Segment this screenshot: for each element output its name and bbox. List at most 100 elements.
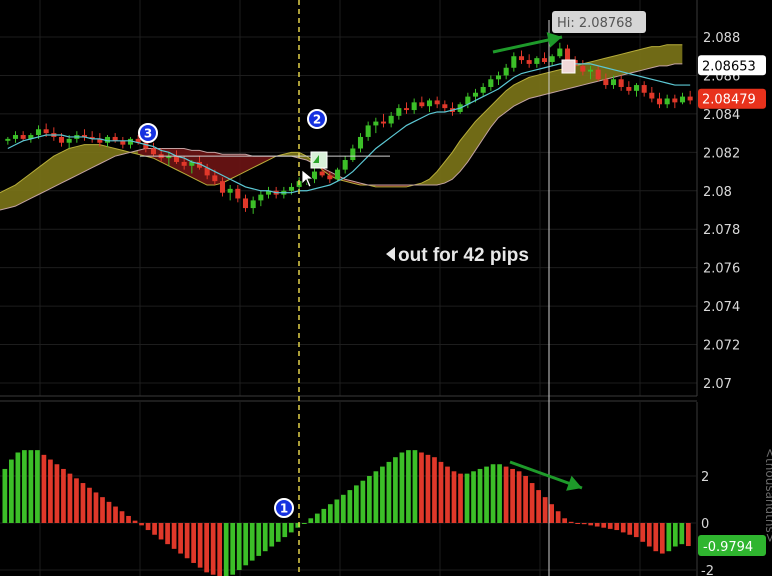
candle <box>511 52 517 72</box>
candle-body <box>373 121 379 126</box>
price-arrow <box>492 32 563 54</box>
candle-body <box>672 98 678 103</box>
mouse-pointer-icon <box>301 169 315 188</box>
histogram-bar <box>282 523 288 538</box>
histogram-bar <box>620 523 626 533</box>
annotation-text: out for 42 pips <box>398 245 529 266</box>
histogram-bar <box>119 511 125 523</box>
price-tick-label: 2.082 <box>703 146 740 161</box>
histogram-bar <box>640 523 646 542</box>
oscillator-tick-label: -2 <box>701 564 714 576</box>
histogram-bar <box>191 523 196 563</box>
candle <box>534 56 540 68</box>
histogram-bar <box>256 523 262 556</box>
histogram-bar <box>184 523 190 559</box>
histogram-bar <box>471 471 476 523</box>
candle <box>373 117 379 134</box>
chart-canvas[interactable]: 2.0882.0862.0842.0822.082.0782.0762.0742… <box>0 0 772 576</box>
candle <box>265 186 272 199</box>
histogram-bar <box>9 459 14 523</box>
price-tick-label: 2.08 <box>703 185 732 200</box>
histogram-bar <box>516 471 522 523</box>
candle-body <box>426 100 433 107</box>
candle-body <box>480 86 486 93</box>
histogram-bar <box>685 523 691 547</box>
candle-body <box>258 194 264 201</box>
price-tick-label: 2.084 <box>703 108 740 123</box>
candle-body <box>603 79 609 86</box>
candle <box>250 196 256 214</box>
histogram-bar <box>659 523 665 554</box>
candle <box>687 90 693 105</box>
histogram-bar <box>588 523 594 526</box>
histogram-bar <box>373 471 379 523</box>
histogram-bar <box>484 466 489 523</box>
histogram-bar <box>380 466 385 523</box>
candle-body <box>587 69 594 72</box>
candle-body <box>633 85 640 91</box>
histogram-bar <box>562 518 568 523</box>
histogram-bar <box>334 499 340 523</box>
candle <box>480 83 486 97</box>
candle-body <box>396 108 402 116</box>
marker-3: 3 <box>138 123 158 143</box>
histogram-bar <box>236 523 242 570</box>
candle-body <box>58 136 65 143</box>
histogram-bar <box>178 523 183 554</box>
candle-body <box>580 65 586 72</box>
histogram-bar <box>145 523 151 531</box>
candle-body <box>442 104 448 109</box>
candle <box>649 86 655 103</box>
histogram-bar <box>490 464 496 523</box>
candle-body <box>526 60 532 64</box>
senkou-span-b <box>0 63 683 211</box>
histogram-bar <box>165 523 170 545</box>
histogram-bar <box>568 521 574 523</box>
candle <box>664 94 670 109</box>
histogram-bar <box>529 483 535 523</box>
candle-body <box>219 181 226 193</box>
candle <box>633 83 640 97</box>
candle-body <box>43 129 49 134</box>
histogram-bar <box>614 523 620 531</box>
candle-body <box>181 161 187 166</box>
candle-body <box>541 58 548 62</box>
histogram-bar <box>536 490 541 523</box>
candle <box>120 136 126 149</box>
candle <box>12 131 19 143</box>
candle-body <box>342 160 348 170</box>
candle-body <box>656 98 663 105</box>
candle <box>541 52 548 64</box>
histogram-bar <box>646 523 652 547</box>
value-label-text: -0.9794 <box>703 540 753 555</box>
histogram-bar <box>425 454 431 523</box>
histogram-bar <box>15 452 21 523</box>
histogram-bar <box>93 492 99 523</box>
candle-body <box>511 56 517 68</box>
candle-body <box>288 186 295 191</box>
price-label-text: 2.08479 <box>702 93 756 108</box>
histogram-bar <box>321 508 327 523</box>
candle <box>5 136 11 145</box>
histogram-bar <box>555 511 561 523</box>
histogram-bar <box>327 504 333 523</box>
candle-body <box>564 48 571 61</box>
candle-body <box>518 56 525 61</box>
marker-number: 3 <box>144 127 152 141</box>
histogram-bar <box>106 501 112 523</box>
candle <box>150 142 157 157</box>
bid-price-label: 2.08653 <box>698 55 766 76</box>
histogram-bar <box>633 523 639 538</box>
candle <box>518 50 525 64</box>
candle-body <box>557 48 563 57</box>
histogram-bar <box>22 450 27 523</box>
candle-body <box>549 56 555 62</box>
histogram-bar <box>249 523 255 561</box>
candle-body <box>687 96 693 101</box>
candle-body <box>595 69 601 80</box>
candle-body <box>227 188 233 193</box>
histogram-bar <box>542 497 548 523</box>
price-tick-label: 2.07 <box>703 377 732 392</box>
histogram-bar <box>523 476 528 523</box>
candle-body <box>679 96 686 103</box>
